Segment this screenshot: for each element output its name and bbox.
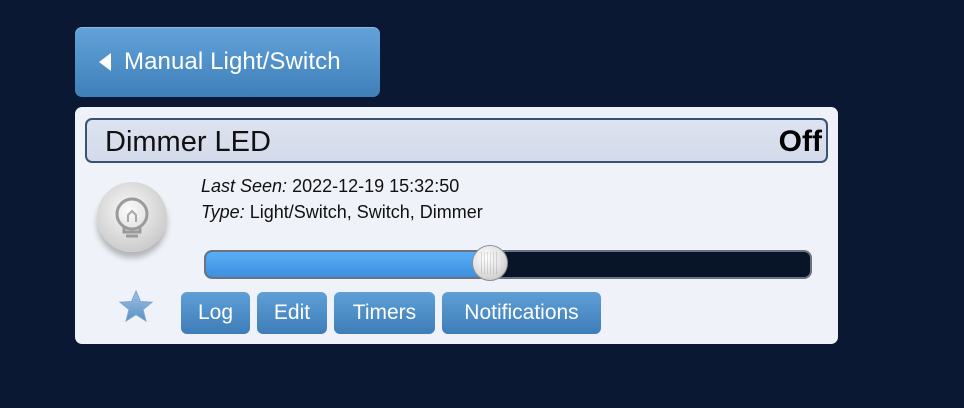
notifications-button[interactable]: Notifications	[442, 292, 601, 334]
device-name: Dimmer LED	[105, 126, 271, 158]
action-button-row: Log Edit Timers Notifications	[181, 292, 601, 334]
last-seen-value: 2022-12-19 15:32:50	[292, 176, 460, 196]
back-button-label: Manual Light/Switch	[124, 48, 341, 75]
device-status: Off	[778, 125, 822, 158]
page: Manual Light/Switch Dimmer LED Off Last …	[0, 0, 964, 408]
star-icon[interactable]	[119, 290, 153, 322]
dimmer-slider[interactable]	[204, 245, 812, 281]
back-arrow-icon	[99, 53, 111, 71]
edit-button[interactable]: Edit	[257, 292, 327, 334]
type-value: Light/Switch, Switch, Dimmer	[249, 202, 483, 222]
log-button[interactable]: Log	[181, 292, 250, 334]
device-title-bar: Dimmer LED Off	[85, 118, 828, 163]
last-seen-row: Last Seen: 2022-12-19 15:32:50	[201, 176, 459, 197]
lightbulb-icon[interactable]	[97, 182, 167, 252]
dimmer-slider-handle[interactable]	[471, 245, 508, 281]
device-card: Dimmer LED Off Last Seen: 2022-12-19 15:…	[75, 107, 838, 344]
type-label: Type:	[201, 202, 245, 222]
dimmer-slider-fill	[206, 252, 490, 277]
back-button[interactable]: Manual Light/Switch	[75, 27, 380, 97]
last-seen-label: Last Seen:	[201, 176, 288, 196]
type-row: Type: Light/Switch, Switch, Dimmer	[201, 202, 483, 223]
timers-button[interactable]: Timers	[334, 292, 435, 334]
